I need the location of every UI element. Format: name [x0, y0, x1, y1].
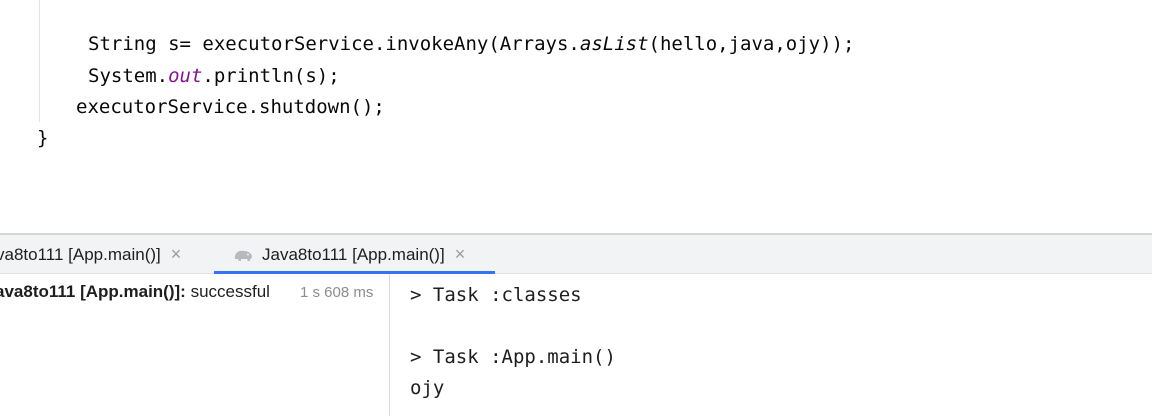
console-line: ojy	[410, 377, 445, 399]
build-node-name: ava8to111 [App.main()]:	[0, 282, 186, 301]
code-line-invoke-any[interactable]: String s= executorService.invokeAny(Arra…	[88, 32, 854, 56]
code-editor[interactable]: String s= executorService.invokeAny(Arra…	[0, 0, 1152, 233]
build-tree: ava8to111 [App.main()]: successful 1 s 6…	[0, 274, 389, 416]
run-tab-first[interactable]: va8to111 [App.main()] ×	[0, 235, 181, 274]
tab-label: va8to111 [App.main()]	[0, 244, 161, 264]
build-status: successful	[190, 282, 270, 301]
code-text: String s= executorService.invokeAny(Arra…	[88, 33, 580, 55]
close-icon[interactable]: ×	[171, 244, 182, 265]
tab-label: Java8to111 [App.main()]	[262, 244, 445, 264]
console-line: > Task :App.main()	[410, 346, 616, 368]
code-line-closing-brace[interactable]: }	[37, 126, 48, 150]
code-text: (hello,java,ojy));	[648, 33, 855, 55]
console-line: > Task :classes	[410, 284, 582, 306]
code-text: System.	[88, 65, 169, 87]
indent-guide	[39, 0, 40, 122]
gradle-elephant-icon	[232, 247, 254, 263]
code-text: .println(s);	[202, 65, 340, 87]
code-line-shutdown[interactable]: executorService.shutdown();	[76, 95, 385, 119]
run-tab-bar: va8to111 [App.main()] × Java8to111 [App.…	[0, 235, 1152, 274]
build-tree-node[interactable]: ava8to111 [App.main()]: successful 1 s 6…	[0, 282, 373, 302]
build-duration: 1 s 608 ms	[300, 284, 374, 301]
run-tab-active[interactable]: Java8to111 [App.main()] ×	[214, 235, 495, 274]
code-static-method: asList	[579, 33, 649, 55]
run-console[interactable]: > Task :classes > Task :App.main() ojy	[390, 274, 1152, 416]
code-static-field: out	[168, 65, 203, 87]
close-icon[interactable]: ×	[455, 244, 466, 265]
code-line-println[interactable]: System.out.println(s);	[88, 64, 340, 88]
